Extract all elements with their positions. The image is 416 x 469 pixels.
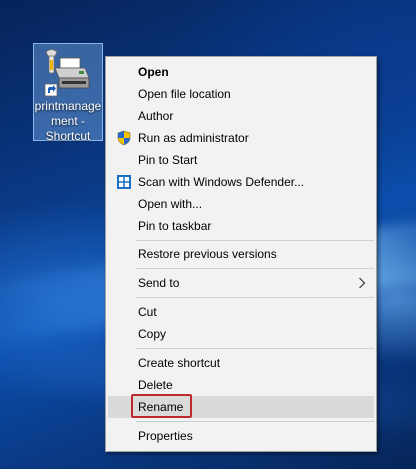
menu-item-label: Scan with Windows Defender... [138, 175, 305, 189]
menu-separator [136, 297, 374, 298]
menu-item-label: Properties [138, 429, 193, 443]
menu-item-label: Cut [138, 305, 157, 319]
desktop-icon-label: printmanage ment - Shortcut [34, 99, 102, 143]
menu-item-scan-with-windows-defender[interactable]: Scan with Windows Defender... [108, 171, 374, 193]
printer-shortcut-icon [44, 49, 90, 97]
menu-item-copy[interactable]: Copy [108, 323, 374, 345]
menu-separator [136, 268, 374, 269]
menu-item-open[interactable]: Open [108, 61, 374, 83]
menu-item-label: Run as administrator [138, 131, 249, 145]
menu-item-label: Open file location [138, 87, 231, 101]
menu-item-open-with[interactable]: Open with... [108, 193, 374, 215]
desktop-shortcut-printmanagement[interactable]: printmanage ment - Shortcut [33, 43, 103, 143]
menu-item-delete[interactable]: Delete [108, 374, 374, 396]
menu-separator [136, 240, 374, 241]
menu-separator [136, 421, 374, 422]
menu-item-label: Open with... [138, 197, 203, 211]
context-menu: Open Open file location Author Run as ad… [105, 56, 377, 452]
menu-item-rename[interactable]: Rename [108, 394, 374, 418]
menu-item-restore-previous-versions[interactable]: Restore previous versions [108, 243, 374, 265]
menu-separator [136, 348, 374, 349]
menu-item-label: Copy [138, 327, 167, 341]
menu-item-label: Pin to taskbar [138, 219, 212, 233]
uac-shield-icon [117, 130, 131, 146]
menu-item-open-file-location[interactable]: Open file location [108, 83, 374, 105]
menu-item-pin-to-start[interactable]: Pin to Start [108, 149, 374, 171]
menu-item-label: Send to [138, 276, 180, 290]
menu-item-run-as-administrator[interactable]: Run as administrator [108, 127, 374, 149]
menu-item-create-shortcut[interactable]: Create shortcut [108, 352, 374, 374]
menu-item-label: Author [138, 109, 174, 123]
menu-item-label: Restore previous versions [138, 247, 277, 261]
menu-item-label: Create shortcut [138, 356, 221, 370]
menu-item-pin-to-taskbar[interactable]: Pin to taskbar [108, 215, 374, 237]
menu-item-author[interactable]: Author [108, 105, 374, 127]
menu-item-label: Pin to Start [138, 153, 198, 167]
windows-defender-icon [117, 175, 131, 189]
menu-item-label: Delete [138, 378, 173, 392]
menu-item-label: Open [138, 65, 169, 79]
menu-item-send-to[interactable]: Send to [108, 272, 374, 294]
menu-item-label: Rename [138, 400, 184, 414]
menu-item-properties[interactable]: Properties [108, 425, 374, 447]
submenu-chevron-right-icon [359, 277, 366, 289]
menu-item-cut[interactable]: Cut [108, 301, 374, 323]
